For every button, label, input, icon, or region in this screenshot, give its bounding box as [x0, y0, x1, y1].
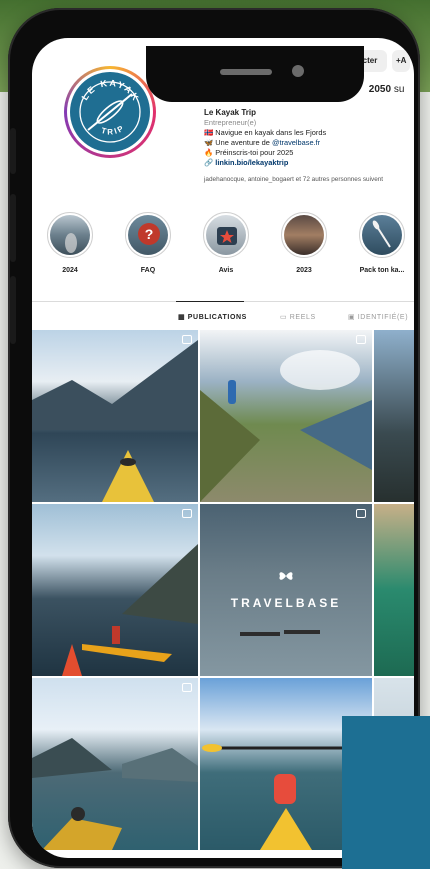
post-image: [200, 350, 372, 502]
post-image: [62, 544, 198, 676]
highlight-pack[interactable]: Pack ton ka...: [358, 212, 406, 274]
svg-text:TRIP: TRIP: [100, 123, 126, 137]
post-image: [32, 738, 198, 850]
svg-text:LE KAYAK: LE KAYAK: [80, 78, 142, 104]
reels-icon: ▭: [280, 314, 288, 321]
post-image: [240, 630, 320, 636]
highlight-2024[interactable]: 2024: [46, 212, 94, 274]
decorative-blue-block: [342, 716, 430, 869]
highlight-label: Pack ton ka...: [359, 267, 405, 274]
bio-line: 🔥 Préinscris-toi pour 2025: [204, 148, 294, 157]
followed-by-text[interactable]: jadehanocque, antoine_bogaert et 72 autr…: [204, 176, 383, 183]
bio-line: 🇳🇴 Navigue en kayak dans les Fjords: [204, 128, 327, 137]
more-button[interactable]: +A: [392, 50, 411, 72]
profile-name: Le Kayak Trip: [204, 108, 257, 117]
highlight-label: Avis: [218, 267, 234, 274]
kayak-logo-icon: LE KAYAK TRIP: [79, 78, 142, 143]
grid-icon: ▦: [178, 314, 186, 321]
phone-side-button: [10, 276, 16, 344]
highlight-label: FAQ: [140, 267, 156, 274]
speaker-grill: [220, 69, 272, 75]
active-tab-indicator: [176, 301, 244, 302]
post-image: [32, 340, 198, 502]
star-icon: [217, 227, 237, 245]
question-mark-icon: ?: [138, 223, 160, 245]
post-tile[interactable]: [32, 330, 198, 502]
post-tile[interactable]: [374, 330, 414, 502]
highlight-label: 2024: [62, 267, 78, 274]
reel-badge-icon: [356, 509, 366, 518]
highlight-faq[interactable]: ? FAQ: [124, 212, 172, 274]
phone-notch: [146, 46, 364, 102]
post-tile[interactable]: [32, 678, 198, 850]
avatar: LE KAYAK TRIP: [70, 72, 150, 152]
story-highlights: 2024 ? FAQ Avis 2023 Pack ton ka...: [46, 212, 414, 274]
carousel-badge-icon: [182, 683, 192, 692]
svg-text:?: ?: [145, 226, 154, 242]
post-tile[interactable]: [200, 330, 372, 502]
highlight-image: [50, 215, 90, 255]
profile-category: Entrepreneur(e): [204, 118, 257, 127]
highlight-image: [206, 215, 246, 255]
post-tile[interactable]: [374, 504, 414, 676]
bio-link[interactable]: 🔗 linkin.bio/lekayaktrip: [204, 158, 404, 168]
carousel-badge-icon: [356, 335, 366, 344]
highlight-image: [284, 215, 324, 255]
post-tile[interactable]: [32, 504, 198, 676]
tab-tagged[interactable]: ▣ IDENTIFIÉ(E): [348, 313, 408, 321]
tab-publications[interactable]: ▦ PUBLICATIONS: [178, 313, 247, 321]
tab-reels[interactable]: ▭ REELS: [280, 313, 316, 321]
profile-avatar-ring[interactable]: LE KAYAK TRIP: [64, 66, 156, 158]
reel-badge-icon: [182, 335, 192, 344]
following-stat[interactable]: 2050 su: [369, 84, 405, 95]
paddle-icon: [372, 220, 391, 248]
post-tile[interactable]: TRAVELBASE: [200, 504, 372, 676]
highlight-image: ?: [128, 215, 168, 255]
bio-line: 🦋 Une aventure de @travelbase.fr: [204, 138, 321, 147]
tagged-icon: ▣: [348, 314, 356, 321]
front-camera: [292, 65, 304, 77]
profile-bio: Le Kayak Trip Entrepreneur(e) 🇳🇴 Navigue…: [204, 108, 404, 168]
highlight-avis[interactable]: Avis: [202, 212, 250, 274]
link-icon: 🔗: [204, 158, 214, 167]
carousel-badge-icon: [182, 509, 192, 518]
highlight-2023[interactable]: 2023: [280, 212, 328, 274]
highlight-image: [362, 215, 402, 255]
phone-side-button: [10, 128, 16, 174]
phone-side-button: [10, 194, 16, 262]
highlight-label: 2023: [296, 267, 312, 274]
travelbase-mention-link[interactable]: @travelbase.fr: [272, 138, 320, 147]
